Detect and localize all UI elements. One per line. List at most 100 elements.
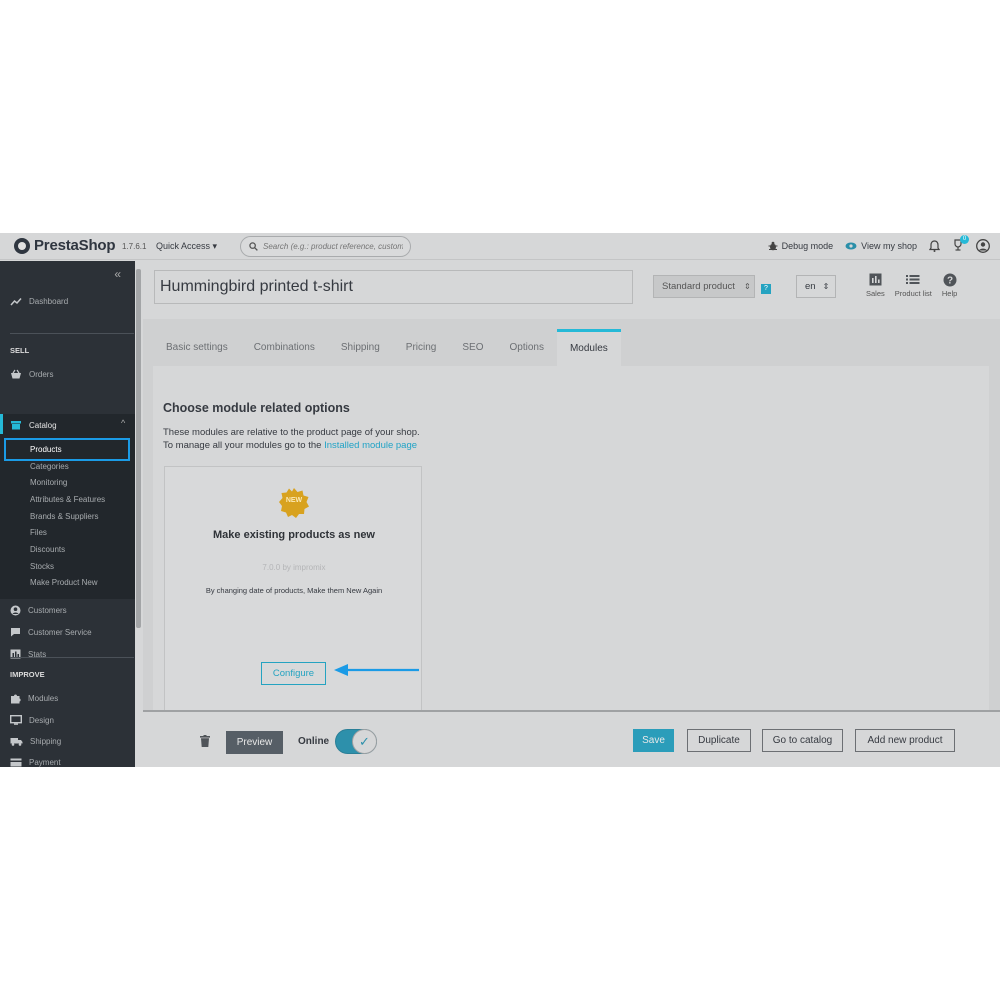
language-select[interactable]: en ⇕	[796, 275, 836, 298]
product-type-value: Standard product	[662, 281, 735, 292]
sidebar-item-modules[interactable]: Modules	[10, 693, 58, 704]
submenu-attributes-features[interactable]: Attributes & Features	[30, 495, 105, 504]
sidebar-item-label: Payment	[29, 758, 61, 767]
sidebar-item-orders[interactable]: Orders	[10, 369, 53, 379]
trophy-notifications[interactable]: 0	[952, 235, 969, 253]
sales-label: Sales	[866, 289, 885, 298]
go-to-catalog-button[interactable]: Go to catalog	[762, 729, 843, 752]
submenu-make-product-new[interactable]: Make Product New	[30, 578, 98, 587]
tab-pricing[interactable]: Pricing	[393, 329, 450, 366]
trash-icon[interactable]	[200, 735, 210, 747]
sidebar-item-label: Modules	[28, 694, 59, 703]
help-button[interactable]: ? Help	[942, 273, 957, 298]
quick-access-dropdown[interactable]: Quick Access ▾	[156, 241, 217, 252]
sidebar-item-label: Customers	[28, 606, 67, 615]
sidebar-item-payment[interactable]: Payment	[10, 758, 61, 767]
submenu-brands-suppliers[interactable]: Brands & Suppliers	[30, 512, 98, 521]
puzzle-icon	[11, 694, 21, 704]
submenu-stocks[interactable]: Stocks	[30, 562, 54, 571]
preview-button[interactable]: Preview	[226, 731, 283, 754]
duplicate-button[interactable]: Duplicate	[687, 729, 751, 752]
sidebar-item-design[interactable]: Design	[10, 715, 54, 725]
truck-icon	[10, 738, 23, 746]
help-label: Help	[941, 289, 958, 298]
product-footer-bar: Preview Online ✓ Save Duplicate Go to ca…	[143, 710, 1000, 767]
submenu-monitoring[interactable]: Monitoring	[30, 478, 67, 487]
product-list-button[interactable]: Product list	[895, 273, 932, 298]
sidebar-item-catalog[interactable]: Catalog	[10, 420, 57, 430]
sidebar-item-label: Orders	[29, 369, 54, 379]
tab-options[interactable]: Options	[496, 329, 556, 366]
basket-icon	[11, 369, 21, 379]
sidebar-item-customer-service[interactable]: Customer Service	[10, 627, 92, 637]
save-button[interactable]: Save	[633, 729, 674, 752]
online-label: Online	[298, 736, 330, 747]
configure-button[interactable]: Configure	[261, 662, 326, 685]
help-tooltip-icon[interactable]: ?	[761, 284, 771, 294]
section-sell: SELL	[10, 346, 30, 355]
help-circle-icon: ?	[943, 273, 957, 287]
logo-text: PrestaShop	[34, 237, 116, 254]
new-badge-text: NEW	[285, 497, 303, 504]
collapse-sidebar-icon[interactable]: «	[114, 267, 121, 281]
bug-icon	[768, 241, 778, 251]
sidebar-item-shipping[interactable]: Shipping	[10, 737, 61, 746]
submenu-discounts[interactable]: Discounts	[30, 545, 65, 554]
updown-caret-icon: ⇕	[822, 282, 830, 291]
bar-chart-icon	[869, 273, 882, 286]
pointer-arrow-icon	[334, 664, 419, 676]
modules-description-1: These modules are relative to the produc…	[163, 427, 420, 438]
section-improve: IMPROVE	[10, 670, 45, 679]
debug-mode-link[interactable]: Debug mode	[768, 241, 834, 251]
submenu-categories[interactable]: Categories	[30, 462, 69, 471]
sidebar-item-label: Customer Service	[28, 627, 92, 637]
user-avatar-icon[interactable]	[976, 239, 990, 253]
tab-combinations[interactable]: Combinations	[241, 329, 328, 366]
credit-card-icon	[10, 758, 22, 767]
sidebar-item-label: Shipping	[30, 737, 62, 746]
tab-seo[interactable]: SEO	[449, 329, 496, 366]
add-new-product-button[interactable]: Add new product	[855, 729, 955, 752]
sidebar-item-label: Catalog	[29, 420, 57, 430]
tab-modules[interactable]: Modules	[556, 329, 621, 366]
sidebar-item-dashboard[interactable]: Dashboard	[10, 297, 68, 306]
modules-heading: Choose module related options	[163, 401, 350, 415]
sidebar-item-customers[interactable]: Customers	[10, 605, 67, 616]
debug-mode-label: Debug mode	[781, 241, 834, 251]
trending-up-icon	[10, 298, 22, 306]
modules-panel: Choose module related options These modu…	[153, 366, 989, 766]
prestashop-logo[interactable]: PrestaShop	[14, 237, 116, 254]
version-label: 1.7.6.1	[122, 242, 147, 251]
chevron-up-icon[interactable]: ^	[121, 418, 125, 428]
online-toggle[interactable]: ✓	[335, 729, 377, 754]
sales-button[interactable]: Sales	[866, 273, 885, 298]
sidebar-item-label: Design	[29, 715, 54, 725]
product-name-input[interactable]: Hummingbird printed t-shirt	[154, 270, 633, 304]
product-list-label: Product list	[894, 289, 932, 298]
new-badge: NEW	[278, 487, 310, 524]
search-input[interactable]	[263, 242, 403, 251]
product-tabs: Basic settings Combinations Shipping Pri…	[153, 329, 621, 366]
quick-access-label: Quick Access	[156, 241, 211, 251]
active-accent	[0, 414, 3, 434]
product-form-area: Basic settings Combinations Shipping Pri…	[143, 319, 1000, 767]
check-icon: ✓	[352, 729, 377, 754]
view-my-shop-link[interactable]: View my shop	[845, 241, 917, 251]
product-name-value: Hummingbird printed t-shirt	[160, 278, 353, 295]
product-type-select[interactable]: Standard product ⇕	[653, 275, 755, 298]
installed-module-page-link[interactable]: Installed module page	[324, 440, 417, 451]
bell-icon[interactable]	[929, 240, 940, 252]
updown-caret-icon: ⇕	[744, 282, 751, 291]
tab-basic-settings[interactable]: Basic settings	[153, 329, 241, 366]
modules-description-prefix: To manage all your modules go to the	[163, 440, 325, 451]
products-highlight-box	[4, 438, 130, 461]
sidebar-scrollbar[interactable]	[136, 269, 141, 628]
store-icon	[11, 421, 21, 430]
module-description: By changing date of products, Make them …	[205, 586, 383, 595]
list-icon	[906, 275, 920, 284]
tab-shipping[interactable]: Shipping	[328, 329, 393, 366]
top-header: PrestaShop 1.7.6.1 Quick Access ▾ Debug …	[0, 233, 1000, 260]
submenu-files[interactable]: Files	[30, 528, 47, 537]
search-box[interactable]	[240, 236, 411, 257]
divider	[10, 333, 134, 334]
